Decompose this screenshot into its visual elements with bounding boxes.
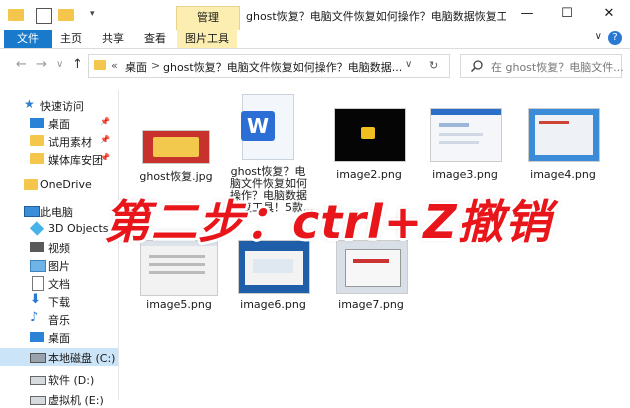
thumbnail-image2 [334, 108, 406, 162]
folder-icon [30, 135, 44, 146]
sidebar-item-desktop-pc[interactable]: 桌面 [0, 328, 118, 346]
tab-home[interactable]: 主页 [56, 30, 86, 48]
sidebar-item-local-disk-c[interactable]: 本地磁盘 (C:) [0, 348, 118, 366]
tab-picture-tools[interactable]: 图片工具 [177, 30, 237, 48]
sidebar-item-this-pc[interactable]: 此电脑 [0, 202, 118, 220]
folder-icon [94, 60, 106, 70]
expand-ribbon-icon[interactable]: ∨ [595, 31, 602, 42]
navigation-pane: ★ 快速访问 桌面 📌 试用素材 📌 媒体库安团 📌 OneDrive 此电脑 … [0, 90, 119, 407]
desktop-icon [30, 118, 44, 128]
search-placeholder: 在 ghost恢复？电脑文件... [491, 61, 624, 74]
file-name: ghost恢复.jpg [139, 170, 213, 183]
sidebar-item-documents[interactable]: 文档 [0, 274, 118, 292]
back-button[interactable]: ← [16, 57, 27, 72]
thumbnail-ghost-jpg [142, 130, 210, 164]
breadcrumb-desktop[interactable]: 桌面 [125, 59, 147, 75]
tab-share[interactable]: 共享 [98, 30, 128, 48]
sidebar-item-3d-objects[interactable]: 3D Objects [0, 220, 118, 238]
sidebar-item-onedrive[interactable]: OneDrive [0, 176, 118, 194]
overflow-chevron[interactable]: « [111, 59, 118, 72]
drive-icon [30, 396, 46, 405]
properties-icon[interactable] [36, 8, 52, 24]
desktop-icon [30, 332, 44, 342]
sidebar-item-trial-materials[interactable]: 试用素材 📌 [0, 132, 118, 150]
star-icon: ★ [24, 97, 35, 111]
navigation-bar: ← → ∨ ↑ « 桌面 > ghost恢复？电脑文件恢复如何操作？电脑数据..… [0, 49, 630, 81]
file-name: image4.png [530, 168, 596, 181]
new-folder-icon[interactable] [58, 9, 74, 21]
search-box[interactable]: 在 ghost恢复？电脑文件... [460, 54, 624, 78]
drive-icon [30, 376, 46, 385]
download-icon: ⬇ [30, 292, 41, 307]
breadcrumb-separator: > [151, 59, 161, 72]
search-icon [470, 60, 483, 73]
thumbnail-image4 [528, 108, 600, 162]
folder-icon [24, 179, 38, 190]
folder-icon [30, 153, 44, 164]
pin-icon[interactable]: 📌 [100, 135, 110, 144]
music-icon: ♪ [30, 310, 39, 325]
sidebar-item-downloads[interactable]: ⬇ 下载 [0, 292, 118, 310]
file-name: image2.png [336, 168, 402, 181]
tab-view[interactable]: 查看 [140, 30, 170, 48]
file-name: image7.png [338, 298, 404, 311]
sidebar-item-videos[interactable]: 视频 [0, 238, 118, 256]
sidebar-item-media-library[interactable]: 媒体库安团 📌 [0, 150, 118, 168]
minimize-button[interactable]: — [512, 4, 542, 24]
sidebar-item-quick-access[interactable]: ★ 快速访问 [0, 96, 118, 114]
sidebar-item-music[interactable]: ♪ 音乐 [0, 310, 118, 328]
sidebar-item-desktop[interactable]: 桌面 📌 [0, 114, 118, 132]
close-button[interactable]: ✕ [594, 4, 624, 24]
computer-icon [24, 206, 40, 217]
sidebar-item-pictures[interactable]: 图片 [0, 256, 118, 274]
cube-icon [29, 221, 45, 236]
video-icon [30, 242, 44, 252]
help-icon[interactable]: ? [608, 31, 622, 45]
pin-icon[interactable]: 📌 [100, 153, 110, 162]
tab-file[interactable]: 文件 [4, 30, 52, 48]
breadcrumb-current-folder[interactable]: ghost恢复？电脑文件恢复如何操作？电脑数据... [163, 59, 402, 75]
customize-toolbar-icon[interactable]: ▾ [90, 9, 100, 21]
address-bar[interactable]: « 桌面 > ghost恢复？电脑文件恢复如何操作？电脑数据... ∨ ↻ [88, 54, 450, 78]
recent-locations-button[interactable]: ∨ [56, 59, 63, 70]
file-name: image5.png [146, 298, 212, 311]
pictures-icon [30, 260, 46, 272]
maximize-button[interactable]: ☐ [552, 4, 582, 24]
file-name: image6.png [240, 298, 306, 311]
document-icon [32, 276, 44, 291]
forward-button[interactable]: → [36, 57, 47, 72]
file-name: image3.png [432, 168, 498, 181]
overlay-caption: 第二步：ctrl+Z撤销 [104, 195, 552, 249]
sidebar-item-virtual-e[interactable]: 虚拟机 (E:) [0, 390, 118, 408]
ribbon-tabs: 文件 主页 共享 查看 图片工具 ∨ ? [0, 30, 630, 49]
context-tab-manage[interactable]: 管理 [176, 6, 240, 31]
up-button[interactable]: ↑ [72, 57, 83, 72]
folder-icon[interactable] [8, 9, 24, 21]
drive-icon [30, 353, 46, 363]
thumbnail-image3 [430, 108, 502, 162]
window-title: ghost恢复？电脑文件恢复如何操作？电脑数据恢复工具！5... [246, 10, 506, 23]
pin-icon[interactable]: 📌 [100, 117, 110, 126]
word-document-icon: W [241, 94, 294, 160]
sidebar-item-software-d[interactable]: 软件 (D:) [0, 370, 118, 388]
title-bar: ▾ 管理 ghost恢复？电脑文件恢复如何操作？电脑数据恢复工具！5... — … [0, 0, 630, 31]
refresh-icon[interactable]: ↻ [429, 59, 438, 72]
address-dropdown-icon[interactable]: ∨ [405, 59, 412, 70]
